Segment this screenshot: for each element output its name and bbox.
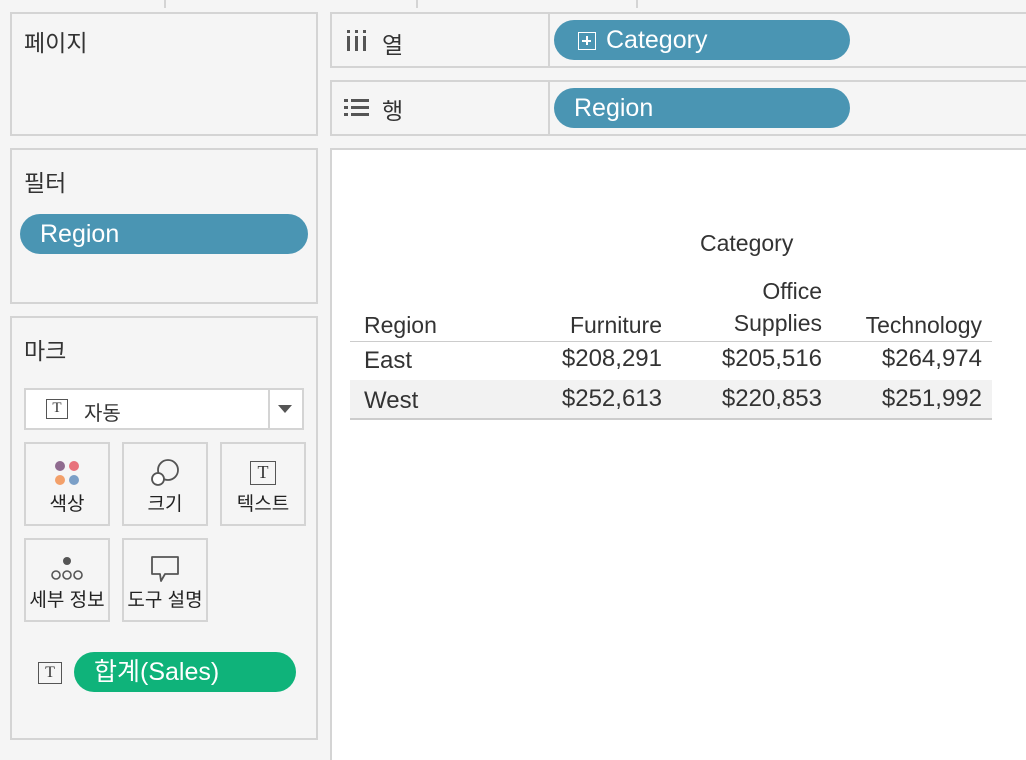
detail-button[interactable]: 세부 정보: [24, 538, 110, 622]
size-icon: [124, 456, 206, 490]
expand-icon[interactable]: [578, 32, 596, 50]
sales-sum-pill[interactable]: 합계(Sales): [74, 652, 296, 692]
text-field-icon: T: [38, 662, 62, 684]
region-pill[interactable]: Region: [554, 88, 850, 128]
columns-icon: [346, 30, 368, 57]
marks-title: 마크: [24, 338, 67, 364]
detail-button-label: 세부 정보: [29, 590, 105, 611]
divider: [636, 0, 638, 8]
category-pill-label: Category: [606, 26, 708, 54]
filters-title: 필터: [24, 170, 67, 196]
row-header-east[interactable]: East: [364, 347, 412, 375]
row-header-title[interactable]: Region: [364, 312, 437, 339]
rows-shelf[interactable]: 행 Region: [330, 80, 1026, 136]
color-button-label: 색상: [49, 494, 85, 515]
column-header-technology[interactable]: Technology: [832, 312, 982, 339]
mark-type-label: 자동: [84, 403, 121, 425]
cell-east-office-supplies[interactable]: $205,516: [692, 345, 822, 373]
tooltip-button[interactable]: 도구 설명: [122, 538, 208, 622]
column-header-furniture[interactable]: Furniture: [532, 312, 662, 339]
color-icon: [26, 456, 108, 490]
cell-west-furniture[interactable]: $252,613: [532, 385, 662, 413]
tooltip-icon: [124, 552, 206, 586]
divider: [164, 0, 166, 8]
table-row[interactable]: West $252,613 $220,853 $251,992: [350, 380, 992, 420]
worksheet-view[interactable]: Category Region Furniture Office Supplie…: [330, 148, 1026, 760]
text-button-label: 텍스트: [236, 494, 290, 515]
filter-pill-region[interactable]: Region: [20, 214, 308, 254]
rows-shelf-label: 행: [382, 98, 404, 124]
detail-icon: [26, 552, 108, 586]
top-toolbar-strip: [0, 0, 1026, 8]
size-button[interactable]: 크기: [122, 442, 208, 526]
text-icon: T: [222, 456, 304, 490]
column-header-office-line1[interactable]: Office: [692, 278, 822, 305]
columns-shelf[interactable]: 열 Category: [330, 12, 1026, 68]
cell-west-technology[interactable]: $251,992: [832, 385, 982, 413]
text-button[interactable]: T 텍스트: [220, 442, 306, 526]
tooltip-button-label: 도구 설명: [127, 590, 203, 611]
color-button[interactable]: 색상: [24, 442, 110, 526]
divider: [268, 390, 270, 428]
pages-title: 페이지: [24, 30, 88, 56]
column-header-title[interactable]: Category: [700, 230, 793, 257]
table-row[interactable]: East $208,291 $205,516 $264,974: [350, 342, 992, 380]
row-header-west[interactable]: West: [364, 387, 418, 415]
divider: [548, 82, 550, 134]
marks-panel[interactable]: 마크 T 자동 색상 크기 T 텍스트 세부 정보 도구 설명 T 합계(Sal…: [10, 316, 318, 740]
divider: [548, 14, 550, 66]
cell-west-office-supplies[interactable]: $220,853: [692, 385, 822, 413]
pages-panel[interactable]: 페이지: [10, 12, 318, 136]
cell-east-technology[interactable]: $264,974: [832, 345, 982, 373]
column-header-office-line2[interactable]: Supplies: [692, 310, 822, 337]
filters-panel[interactable]: 필터 Region: [10, 148, 318, 304]
divider: [416, 0, 418, 8]
chevron-down-icon[interactable]: [278, 405, 292, 413]
category-pill[interactable]: Category: [554, 20, 850, 60]
size-button-label: 크기: [147, 494, 183, 515]
columns-shelf-label: 열: [382, 32, 404, 58]
text-mark-icon: T: [46, 399, 68, 419]
mark-type-dropdown[interactable]: T 자동: [24, 388, 304, 430]
rows-icon: [344, 98, 370, 123]
cell-east-furniture[interactable]: $208,291: [532, 345, 662, 373]
